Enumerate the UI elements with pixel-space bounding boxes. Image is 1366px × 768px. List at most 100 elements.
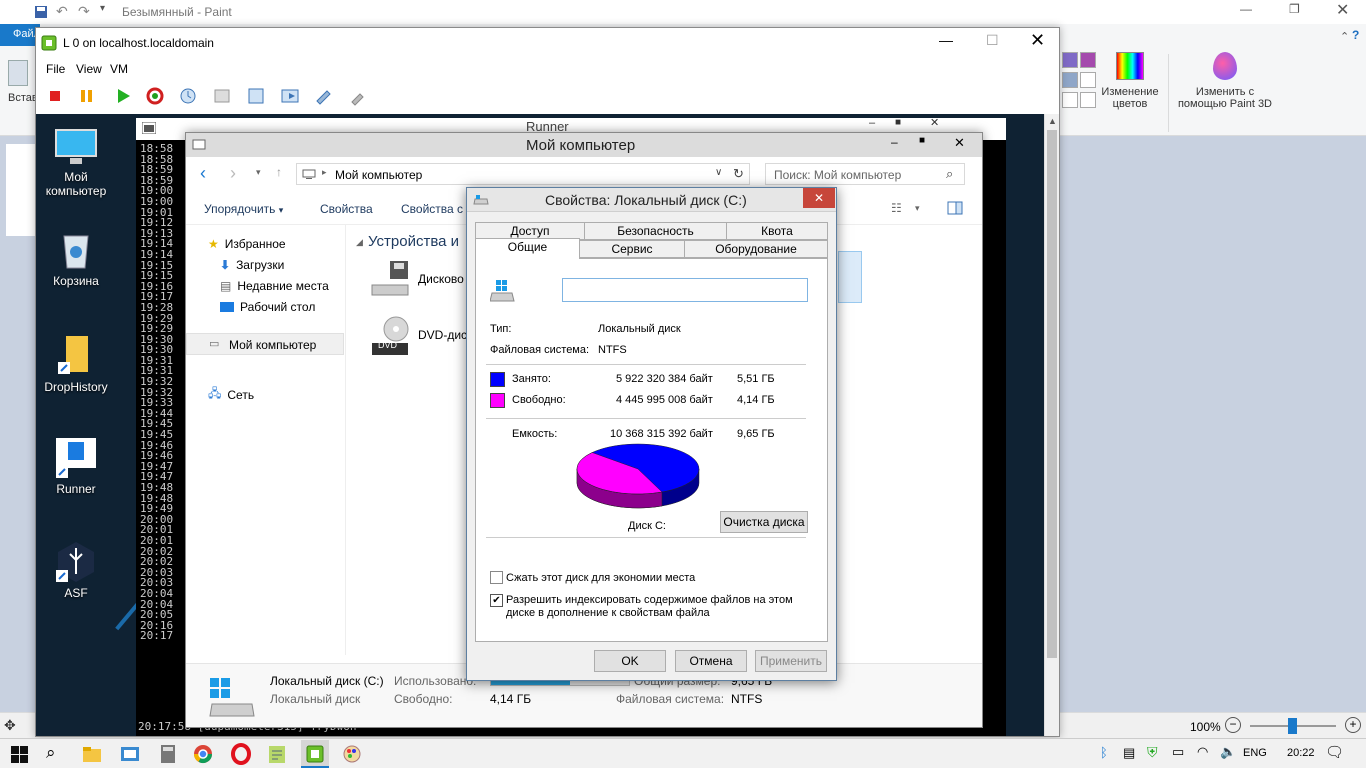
qat-dropdown-icon[interactable]: ▾ <box>100 3 105 14</box>
paint-canvas[interactable] <box>6 144 36 236</box>
menu-vm[interactable]: VM <box>110 62 128 76</box>
snapshot-icon[interactable] <box>177 85 199 107</box>
edit-colors-button[interactable]: Изменение цветов <box>1100 52 1160 110</box>
wifi-icon[interactable]: ◠ <box>1197 744 1208 760</box>
ok-button[interactable]: OK <box>594 650 666 672</box>
search-icon[interactable]: ⌕ <box>46 743 70 765</box>
settings-icon[interactable] <box>313 85 335 107</box>
windows-start-icon[interactable] <box>8 743 32 765</box>
sidebar-item-desktop[interactable]: Рабочий стол <box>220 300 315 314</box>
save-icon[interactable] <box>34 5 48 19</box>
search-input[interactable]: Поиск: Мой компьютер ⌕ <box>765 163 965 185</box>
taskbar-vm-active[interactable] <box>301 740 329 768</box>
vm-minimize-icon[interactable]: — <box>939 32 953 48</box>
tab-service[interactable]: Сервис <box>579 240 685 258</box>
preview-pane-icon[interactable] <box>947 201 963 215</box>
bluetooth-icon[interactable]: ᛒ <box>1100 745 1108 760</box>
organize-button[interactable]: Упорядочить ▾ <box>204 202 283 216</box>
disk-cleanup-button[interactable]: Очистка диска <box>720 511 808 533</box>
tab-quota[interactable]: Квота <box>726 222 828 240</box>
section-collapse-icon[interactable]: ◢ <box>356 237 363 248</box>
back-icon[interactable]: ‹ <box>200 163 206 184</box>
zoom-in-button[interactable]: + <box>1345 717 1361 733</box>
zoom-out-button[interactable]: − <box>1225 717 1241 733</box>
menu-view[interactable]: View <box>76 62 102 76</box>
paint-taskbar-icon[interactable] <box>340 743 364 765</box>
paint3d-button[interactable]: Изменить с помощью Paint 3D <box>1172 52 1278 110</box>
desktop-icon-recycle-bin[interactable]: Корзина <box>36 230 116 288</box>
play-icon[interactable] <box>112 85 134 107</box>
calculator-icon[interactable] <box>156 743 180 765</box>
view-dropdown-icon[interactable]: ▾ <box>915 203 920 214</box>
desktop-icon-drophistory[interactable]: DropHistory <box>36 332 116 394</box>
address-bar[interactable]: ▸ Мой компьютер ∨ ↻ <box>296 163 750 185</box>
file-explorer-icon[interactable] <box>80 743 104 765</box>
sidebar-item-computer[interactable]: ▭ Мой компьютер <box>186 333 344 355</box>
desktop-icon-computer[interactable]: Мой компьютер <box>36 128 116 198</box>
scroll-thumb[interactable] <box>1047 130 1057 658</box>
minimize-icon[interactable]: — <box>1240 2 1252 16</box>
paste-button[interactable]: Вставить <box>8 60 55 128</box>
properties-button[interactable]: Свойства <box>320 202 373 216</box>
menu-file[interactable]: File <box>46 62 65 76</box>
defender-icon[interactable]: ⛨ <box>1147 744 1158 761</box>
task-manager-icon[interactable]: ▤ <box>1123 745 1135 761</box>
view-options-icon[interactable]: ☷ <box>891 201 902 215</box>
sidebar-item-downloads[interactable]: ⬇ Загрузки <box>220 258 284 272</box>
up-icon[interactable]: ↑ <box>276 165 282 179</box>
snapshot-manager-icon[interactable] <box>245 85 267 107</box>
vm-maximize-icon[interactable]: ☐ <box>986 32 999 49</box>
desktop-icon-asf[interactable]: ASF <box>36 540 116 600</box>
cancel-button[interactable]: Отмена <box>675 650 747 672</box>
notifications-icon[interactable]: 🗨 <box>1325 743 1344 761</box>
help-icon[interactable]: ? <box>1352 28 1359 42</box>
runner-maximize-icon[interactable]: ■ <box>895 117 901 129</box>
history-dropdown-icon[interactable]: ▾ <box>256 167 261 178</box>
reset-icon[interactable] <box>144 85 166 107</box>
refresh-icon[interactable]: ↻ <box>733 166 744 182</box>
runner-close-icon[interactable]: ✕ <box>930 118 939 129</box>
fullscreen-icon[interactable] <box>279 85 301 107</box>
compress-checkbox[interactable] <box>490 571 503 584</box>
sidebar-item-favorites[interactable]: ★ Избранное <box>208 237 286 251</box>
chrome-icon[interactable] <box>191 743 215 765</box>
color-palette[interactable] <box>1062 52 1096 112</box>
vm-scrollbar[interactable]: ▲ <box>1044 114 1059 736</box>
undo-icon[interactable]: ↶ <box>56 3 68 20</box>
control-panel-icon[interactable] <box>118 743 142 765</box>
props-close-button[interactable]: ✕ <box>803 188 835 208</box>
stop-icon[interactable] <box>44 85 66 107</box>
volume-icon[interactable]: 🔈 <box>1220 744 1236 760</box>
restore-icon[interactable]: ❐ <box>1289 2 1300 16</box>
ribbon-collapse-icon[interactable]: ⌃ <box>1340 30 1349 43</box>
language-indicator[interactable]: ENG <box>1243 747 1267 759</box>
usb-icon[interactable]: ▭ <box>1172 744 1184 760</box>
system-properties-button[interactable]: Свойства с <box>401 202 463 216</box>
forward-icon[interactable]: › <box>230 163 236 184</box>
explorer-close-icon[interactable]: ✕ <box>954 135 965 151</box>
paint-file-tab[interactable]: Файл <box>0 24 40 46</box>
sidebar-item-recent[interactable]: ▤ Недавние места <box>220 279 329 293</box>
pause-icon[interactable] <box>76 85 98 107</box>
tab-hardware[interactable]: Оборудование <box>684 240 828 258</box>
vm-close-icon[interactable]: ✕ <box>1030 30 1045 51</box>
runner-minimize-icon[interactable]: – <box>869 118 875 129</box>
volume-name-input[interactable] <box>562 278 808 302</box>
explorer-minimize-icon[interactable]: – <box>891 135 898 149</box>
desktop-icon-runner[interactable]: Runner <box>36 436 116 496</box>
tab-security[interactable]: Безопасность <box>584 222 727 240</box>
index-checkbox[interactable]: ✔ <box>490 594 503 607</box>
explorer-maximize-icon[interactable]: ■ <box>919 135 925 146</box>
notepad-plus-icon[interactable] <box>265 743 289 765</box>
apply-button[interactable]: Применить <box>755 650 827 672</box>
sidebar-item-network[interactable]: 🖧 Сеть <box>208 384 254 405</box>
opera-icon[interactable] <box>229 743 253 765</box>
tab-general[interactable]: Общие <box>475 238 580 259</box>
tools-icon[interactable] <box>347 85 369 107</box>
zoom-slider-thumb[interactable] <box>1288 718 1297 734</box>
redo-icon[interactable]: ↷ <box>78 3 90 20</box>
revert-icon[interactable] <box>211 85 233 107</box>
address-dropdown-icon[interactable]: ∨ <box>715 167 722 178</box>
scroll-up-icon[interactable]: ▲ <box>1048 116 1057 126</box>
clock[interactable]: 20:22 <box>1287 747 1315 759</box>
